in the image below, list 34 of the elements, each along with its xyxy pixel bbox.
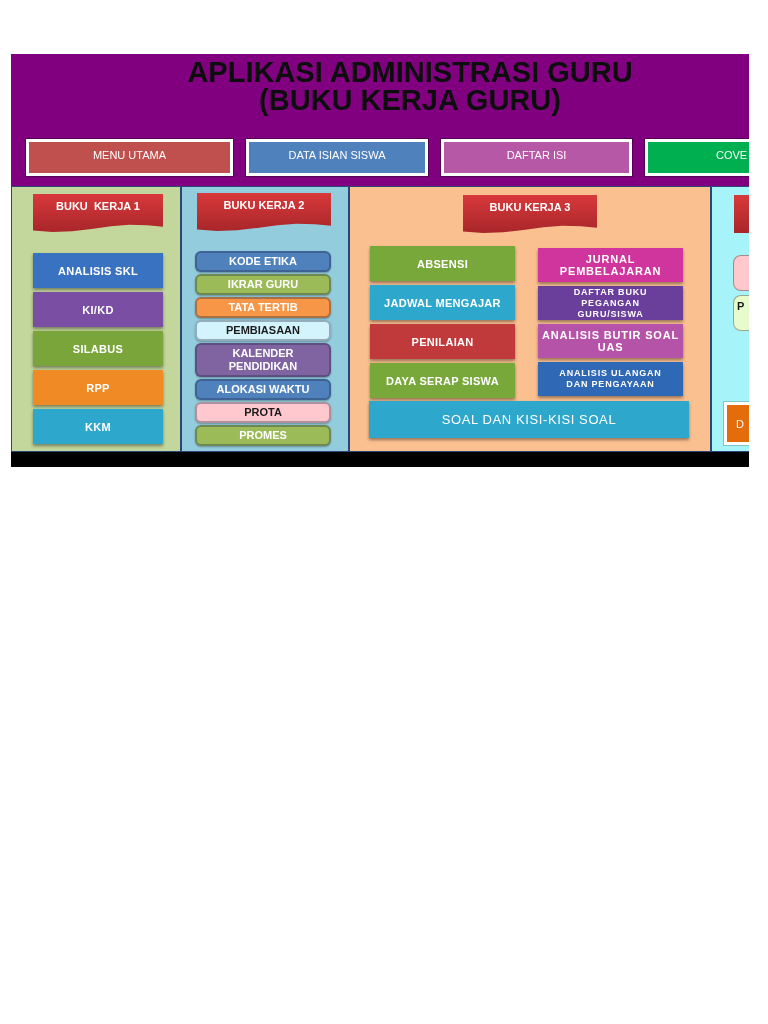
nav-button[interactable]: COVE [645, 139, 749, 176]
menu-button[interactable]: D [724, 402, 749, 445]
menu-button[interactable]: SILABUS [33, 331, 163, 366]
app-title: APLIKASI ADMINISTRASI GURU (BUKU KERJA GURU) [186, 58, 634, 114]
menu-button[interactable]: PROTA [195, 402, 331, 423]
menu-button[interactable]: ANALISIS BUTIR SOAL UAS [538, 324, 683, 358]
section-banner: BUKU KERJA 1 [33, 194, 163, 232]
menu-button[interactable]: P [733, 295, 749, 331]
menu-button[interactable]: JURNAL PEMBELAJARAN [538, 248, 683, 282]
nav-button[interactable]: MENU UTAMA [26, 139, 233, 176]
menu-button[interactable]: ANALISIS ULANGAN DAN PENGAYAAN [538, 362, 683, 396]
menu-button[interactable]: PEMBIASAAN [195, 320, 331, 341]
section-banner: BUKU KERJA 2 [197, 193, 331, 231]
menu-button[interactable]: SOAL DAN KISI-KISI SOAL [369, 401, 689, 438]
menu-button[interactable]: KALENDER PENDIDIKAN [195, 343, 331, 377]
menu-button[interactable] [733, 255, 749, 291]
menu-button[interactable]: ABSENSI [370, 246, 515, 281]
menu-button[interactable]: JADWAL MENGAJAR [370, 285, 515, 320]
menu-button[interactable]: RPP [33, 370, 163, 405]
menu-button[interactable]: TATA TERTIB [195, 297, 331, 318]
menu-button[interactable]: KKM [33, 409, 163, 444]
nav-button[interactable]: DATA ISIAN SISWA [246, 139, 428, 176]
menu-button[interactable]: ANALISIS SKL [33, 253, 163, 288]
menu-button[interactable]: PENILAIAN [370, 324, 515, 359]
menu-button[interactable]: KODE ETIKA [195, 251, 331, 272]
menu-button[interactable]: DAFTAR BUKU PEGANGAN GURU/SISWA [538, 286, 683, 320]
menu-button[interactable]: PROMES [195, 425, 331, 446]
menu-button[interactable]: IKRAR GURU [195, 274, 331, 295]
menu-button[interactable]: ALOKASI WAKTU [195, 379, 331, 400]
section-banner [734, 195, 749, 233]
menu-button[interactable]: DAYA SERAP SISWA [370, 363, 515, 398]
nav-button[interactable]: DAFTAR ISI [441, 139, 632, 176]
section-banner: BUKU KERJA 3 [463, 195, 597, 233]
menu-button[interactable]: KI/KD [33, 292, 163, 327]
